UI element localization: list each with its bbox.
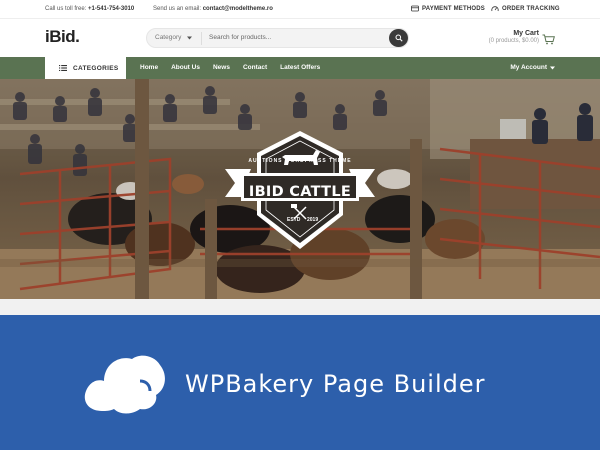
- nav-item-contact[interactable]: Contact: [243, 64, 267, 71]
- order-tracking-link[interactable]: ORDER TRACKING: [491, 5, 560, 12]
- cart-icon: [542, 34, 555, 45]
- categories-label: CATEGORIES: [73, 64, 119, 72]
- category-select[interactable]: Category: [155, 34, 193, 41]
- nav-menu: Home About Us News Contact Latest Offers: [140, 64, 320, 71]
- ibid-cattle-logo: AUCTIONS WORDPRESS THEME IBID CATTLE EST…: [215, 131, 385, 259]
- my-account-label: My Account: [510, 64, 547, 71]
- badge-tagline: AUCTIONS WORDPRESS THEME: [248, 158, 352, 164]
- search-button[interactable]: [389, 29, 408, 47]
- wpbakery-cloud-icon: [84, 355, 165, 414]
- wpbakery-title: WPBakery Page Builder: [185, 370, 486, 398]
- cart-summary: (0 products, $0.00): [488, 38, 539, 44]
- site-header: iBid. Category Search for products... My…: [0, 18, 600, 57]
- phone-info: Call us toll free: +1-541-754-3010: [45, 6, 134, 12]
- mini-cart[interactable]: My Cart (0 products, $0.00): [488, 30, 555, 45]
- list-icon: [59, 65, 67, 71]
- caret-down-icon: [550, 66, 555, 69]
- wpbakery-banner: WPBakery Page Builder: [0, 315, 600, 450]
- email-link[interactable]: contact@modeltheme.ro: [203, 6, 273, 12]
- phone-label: Call us toll free:: [45, 6, 87, 12]
- cart-title: My Cart: [513, 30, 539, 37]
- email-info: Send us an email: contact@modeltheme.ro: [153, 6, 273, 12]
- card-icon: [411, 5, 419, 12]
- categories-button[interactable]: CATEGORIES: [45, 57, 126, 79]
- search-input[interactable]: Search for products...: [209, 34, 271, 41]
- top-bar: Call us toll free: +1-541-754-3010 Send …: [0, 0, 600, 18]
- logo-text: iBid: [45, 27, 76, 46]
- nav-item-about-us[interactable]: About Us: [171, 64, 200, 71]
- badge-estd: ESTD: [287, 217, 301, 223]
- search-bar: Category Search for products...: [146, 28, 409, 48]
- main-navigation: CATEGORIES Home About Us News Contact La…: [0, 57, 600, 79]
- logo-dot: .: [75, 27, 80, 46]
- email-label: Send us an email:: [153, 6, 202, 12]
- my-account-menu[interactable]: My Account: [510, 64, 555, 71]
- search-divider: [201, 32, 202, 45]
- phone-number[interactable]: +1-541-754-3010: [88, 6, 134, 12]
- caret-down-icon: [187, 36, 193, 39]
- nav-item-latest-offers[interactable]: Latest Offers: [280, 64, 320, 71]
- nav-item-news[interactable]: News: [213, 64, 230, 71]
- badge-title: IBID CATTLE: [248, 184, 352, 200]
- category-select-label: Category: [155, 34, 182, 41]
- payment-methods-label: PAYMENT METHODS: [422, 5, 486, 12]
- nav-item-home[interactable]: Home: [140, 64, 158, 71]
- gauge-icon: [491, 6, 499, 12]
- payment-methods-link[interactable]: PAYMENT METHODS: [411, 5, 485, 12]
- hero-banner[interactable]: AUCTIONS WORDPRESS THEME IBID CATTLE EST…: [0, 79, 600, 299]
- section-gap: [0, 299, 600, 315]
- badge-year: 2019: [307, 217, 319, 223]
- search-icon: [395, 34, 403, 42]
- order-tracking-label: ORDER TRACKING: [502, 5, 560, 12]
- site-logo[interactable]: iBid.: [45, 27, 80, 47]
